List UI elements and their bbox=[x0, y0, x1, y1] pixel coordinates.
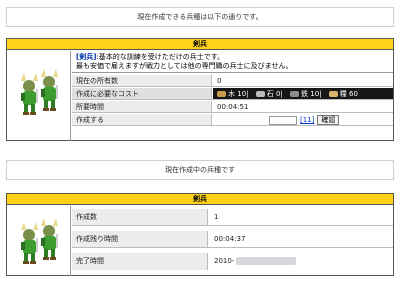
create-row: 作成する [11] 確認 bbox=[72, 114, 393, 126]
cost-wood: 木 10| bbox=[217, 88, 249, 100]
done-label: 完了時間 bbox=[72, 253, 208, 270]
create-controls: [11] 確認 bbox=[213, 114, 393, 125]
unit-name-link: [剣兵] bbox=[76, 53, 97, 61]
unit-title: 剣兵 bbox=[7, 39, 393, 50]
redacted-time bbox=[236, 257, 297, 265]
count-value: 1 bbox=[214, 213, 219, 221]
swordsman-image bbox=[21, 218, 58, 264]
create-label: 作成する bbox=[72, 114, 212, 125]
remaining-value: 00:04:37 bbox=[214, 235, 246, 243]
unit-description: [剣兵]:基本的な訓練を受けただけの兵士です。 最も安価で雇えますが戦力としては… bbox=[72, 51, 393, 73]
quantity-input[interactable] bbox=[269, 115, 297, 125]
remaining-row: 作成残り時間 00:04:37 bbox=[72, 231, 393, 248]
cost-food: 糧 60 bbox=[328, 88, 358, 100]
time-label: 所要時間 bbox=[72, 101, 212, 112]
remaining-label: 作成残り時間 bbox=[72, 231, 208, 247]
desc-line-2: 最も安価で雇えますが戦力としては他の専門職の兵士に及びません。 bbox=[76, 62, 293, 70]
cost-row: 作成に必要なコスト 木 10| 石 0| 鉄 10| 糧 60 bbox=[72, 88, 393, 100]
stone-icon bbox=[255, 91, 265, 97]
cost-iron: 鉄 10| bbox=[290, 88, 322, 100]
swordsman-image bbox=[21, 69, 58, 115]
owned-label: 現在の所有数 bbox=[72, 75, 212, 86]
wood-icon bbox=[217, 91, 226, 97]
queue-unit-portrait bbox=[7, 206, 71, 276]
cost-label: 作成に必要なコスト bbox=[72, 88, 212, 99]
production-queue-panel: 剣兵 作成数 1 作成残り時間 00:04:37 完了時間 2010- bbox=[6, 193, 394, 276]
owned-value: 0 bbox=[217, 77, 222, 85]
queue-unit-title: 剣兵 bbox=[7, 194, 393, 205]
done-date: 2010- bbox=[214, 257, 235, 265]
cost-stone: 石 0| bbox=[255, 88, 283, 100]
desc-line-1: :基本的な訓練を受けただけの兵士です。 bbox=[96, 53, 225, 61]
max-quantity-link[interactable]: [11] bbox=[300, 116, 314, 124]
iron-icon bbox=[290, 91, 300, 97]
confirm-button[interactable]: 確認 bbox=[317, 115, 340, 125]
time-value: 00:04:51 bbox=[217, 103, 249, 111]
owned-row: 現在の所有数 0 bbox=[72, 75, 393, 87]
time-row: 所要時間 00:04:51 bbox=[72, 101, 393, 113]
done-row: 完了時間 2010- bbox=[72, 253, 393, 270]
in-production-notice: 現在作成中の兵種です bbox=[6, 160, 394, 180]
count-label: 作成数 bbox=[72, 209, 208, 225]
unit-create-panel: 剣兵 [剣兵]:基本的な訓練を受けただけの兵士です。 最も安価で雇えますが戦力と… bbox=[6, 38, 394, 141]
unit-portrait bbox=[7, 51, 71, 141]
food-icon bbox=[328, 91, 338, 97]
available-units-notice: 現在作成できる兵種は以下の通りです。 bbox=[6, 7, 394, 27]
cost-values: 木 10| 石 0| 鉄 10| 糧 60 bbox=[213, 88, 393, 99]
done-value: 2010- bbox=[209, 253, 393, 270]
count-row: 作成数 1 bbox=[72, 209, 393, 226]
